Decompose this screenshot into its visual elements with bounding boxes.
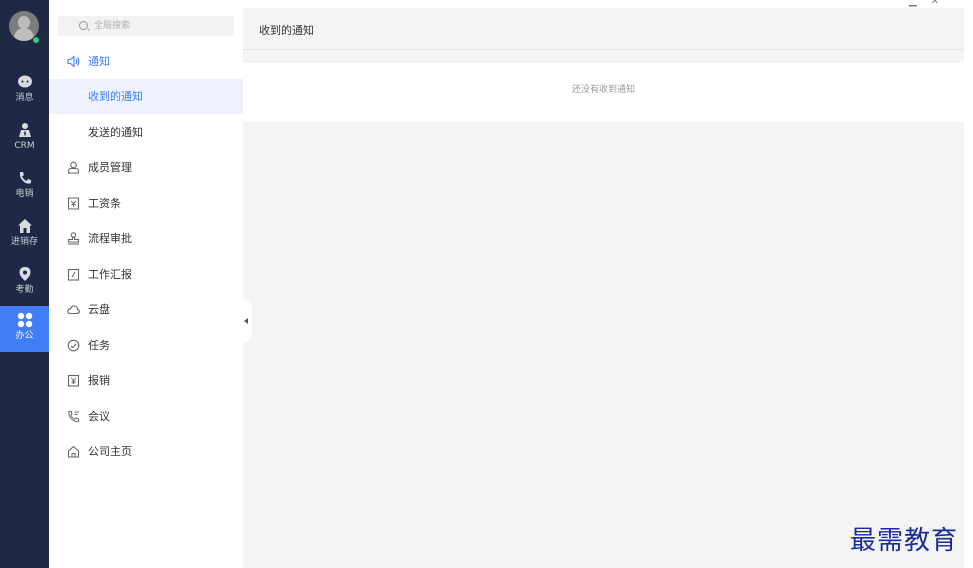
stamp-icon [67, 232, 80, 245]
watermark-text: 最需教育 [850, 526, 959, 556]
right-edge [964, 0, 973, 568]
window-controls[interactable]: ▁✕ [909, 0, 953, 7]
menu-item-payslip[interactable]: 工资条 [49, 186, 243, 221]
chat-icon [17, 75, 32, 88]
yen-icon [67, 374, 80, 387]
report-icon [67, 268, 80, 281]
menu-item-label: 报销 [88, 374, 110, 387]
user-icon [67, 161, 80, 174]
empty-state-text: 还没有收到通知 [571, 85, 635, 95]
online-status-dot [32, 36, 40, 44]
menu-item-notice[interactable]: 通知 [49, 44, 243, 79]
menu-item-label: 工作汇报 [88, 268, 132, 281]
menu-item-label: 通知 [88, 55, 110, 68]
rail-item-inventory[interactable]: 进销存 [0, 212, 49, 258]
menu-item-label: 成员管理 [88, 161, 132, 174]
phone-icon [19, 172, 31, 184]
call-icon [68, 411, 79, 422]
rail-item-label: 进销存 [10, 237, 38, 247]
cloud-icon [67, 305, 80, 315]
grid-icon [17, 312, 32, 328]
menu-item-label: 工资条 [88, 197, 121, 210]
menu-item-label: 云盘 [88, 303, 110, 316]
menu-item-work-report[interactable]: 工作汇报 [49, 257, 243, 292]
rail-item-label: 办公 [15, 331, 34, 341]
rail-item-crm[interactable]: CRM [0, 116, 49, 162]
app-window: 消息 CRM 电销 进销存 考勤 办公 全局搜索 通知 收到的通知 发送的通知 … [0, 0, 973, 568]
notice-list-panel: 还没有收到通知 [243, 63, 964, 122]
home-icon [17, 219, 32, 233]
speaker-icon [67, 55, 80, 68]
check-circle-icon [67, 339, 80, 352]
rail-item-office[interactable]: 办公 [0, 306, 49, 352]
menu-item-approval[interactable]: 流程审批 [49, 221, 243, 256]
rail-item-telesales[interactable]: 电销 [0, 164, 49, 210]
menu-item-company-home[interactable]: 公司主页 [49, 434, 243, 469]
content-header: 收到的通知 [243, 8, 964, 50]
rail-item-attendance[interactable]: 考勤 [0, 260, 49, 306]
menu-item-reimbursement[interactable]: 报销 [49, 363, 243, 398]
rail-item-label: 电销 [15, 189, 34, 199]
location-icon [19, 267, 30, 281]
rail-item-messages[interactable]: 消息 [0, 68, 49, 114]
menu-item-tasks[interactable]: 任务 [49, 328, 243, 363]
collapse-menu-handle[interactable] [243, 300, 252, 342]
left-nav-rail: 消息 CRM 电销 进销存 考勤 办公 [0, 0, 49, 568]
person-icon [18, 123, 31, 137]
menu-item-label: 会议 [88, 410, 110, 423]
menu-item-label: 任务 [88, 339, 110, 352]
menu-item-cloud-drive[interactable]: 云盘 [49, 292, 243, 327]
submenu-sent-notices[interactable]: 发送的通知 [49, 115, 243, 150]
search-icon [79, 21, 88, 30]
global-search-input[interactable]: 全局搜索 [58, 16, 234, 36]
menu-item-meeting[interactable]: 会议 [49, 399, 243, 434]
payslip-icon [67, 197, 80, 210]
rail-item-label: 消息 [15, 93, 34, 103]
menu-item-members[interactable]: 成员管理 [49, 150, 243, 185]
house-icon [67, 445, 80, 458]
window-top-bar: ▁✕ [243, 0, 973, 8]
submenu-received-notices[interactable]: 收到的通知 [49, 79, 243, 114]
rail-item-label: 考勤 [15, 285, 34, 295]
menu-item-label: 公司主页 [88, 445, 132, 458]
office-menu: 全局搜索 通知 收到的通知 发送的通知 成员管理 工资条 流程审批 工作汇报 云… [49, 0, 243, 568]
page-title: 收到的通知 [259, 24, 314, 37]
menu-item-label: 流程审批 [88, 232, 132, 245]
rail-item-label: CRM [14, 141, 35, 151]
